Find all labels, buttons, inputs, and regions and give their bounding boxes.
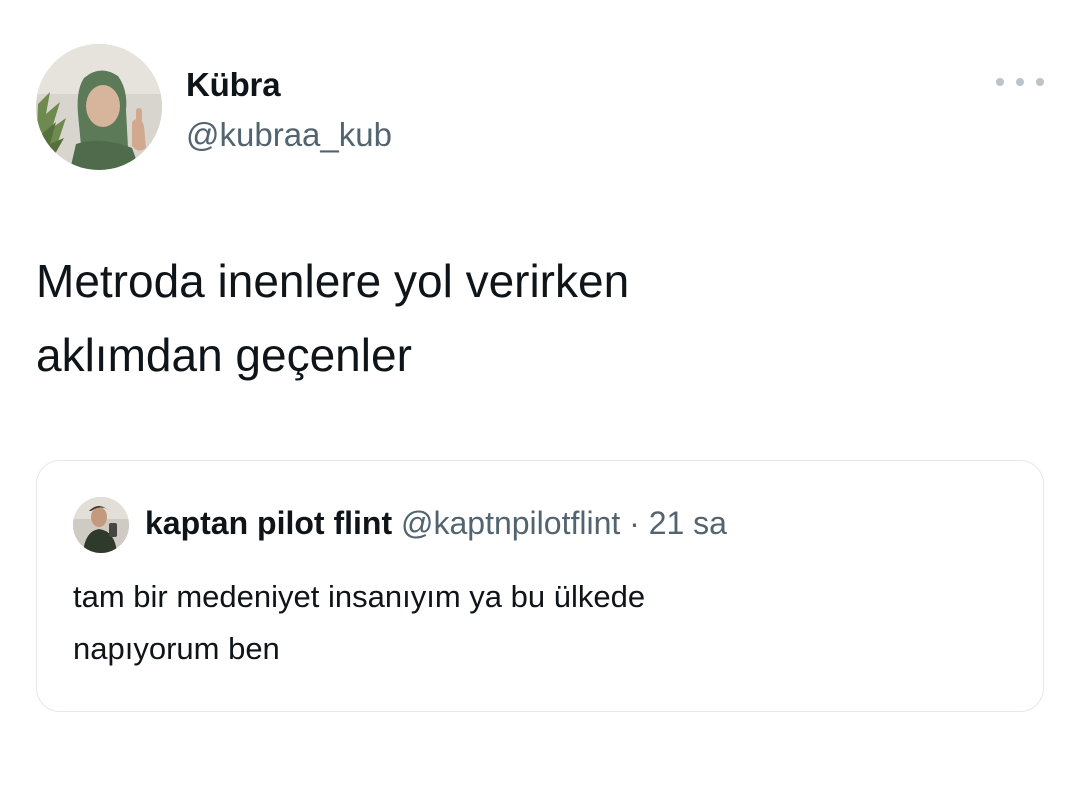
more-options-icon[interactable] bbox=[996, 70, 1044, 94]
quoted-author-avatar[interactable] bbox=[73, 497, 129, 553]
author-display-name[interactable]: Kübra bbox=[186, 66, 281, 104]
quoted-text-line: tam bir medeniyet insanıyım ya bu ülkede bbox=[73, 579, 646, 614]
quoted-header: kaptan pilot flint @kaptnpilotflint · 21… bbox=[145, 505, 727, 542]
quoted-text-line: napıyorum ben bbox=[73, 631, 280, 666]
quoted-timestamp[interactable]: 21 sa bbox=[649, 505, 727, 541]
quoted-author-handle[interactable]: @kaptnpilotflint bbox=[401, 505, 620, 541]
quoted-author-name[interactable]: kaptan pilot flint bbox=[145, 505, 392, 541]
author-avatar-image bbox=[36, 44, 162, 170]
quoted-separator: · bbox=[629, 505, 640, 541]
tweet-text-line: Metroda inenlere yol verirken bbox=[36, 255, 630, 307]
quoted-author-avatar-image bbox=[73, 497, 129, 553]
more-dot bbox=[1036, 78, 1044, 86]
more-dot bbox=[1016, 78, 1024, 86]
author-avatar[interactable] bbox=[36, 44, 162, 170]
tweet-text: Metroda inenlere yol verirken aklımdan g… bbox=[36, 244, 1016, 392]
tweet-text-line: aklımdan geçenler bbox=[36, 329, 412, 381]
quoted-tweet-text: tam bir medeniyet insanıyım ya bu ülkede… bbox=[73, 571, 973, 675]
author-handle[interactable]: @kubraa_kub bbox=[186, 116, 392, 154]
tweet-card: Kübra @kubraa_kub Metroda inenlere yol v… bbox=[0, 0, 1079, 791]
more-dot bbox=[996, 78, 1004, 86]
quoted-tweet[interactable]: kaptan pilot flint @kaptnpilotflint · 21… bbox=[36, 460, 1044, 712]
